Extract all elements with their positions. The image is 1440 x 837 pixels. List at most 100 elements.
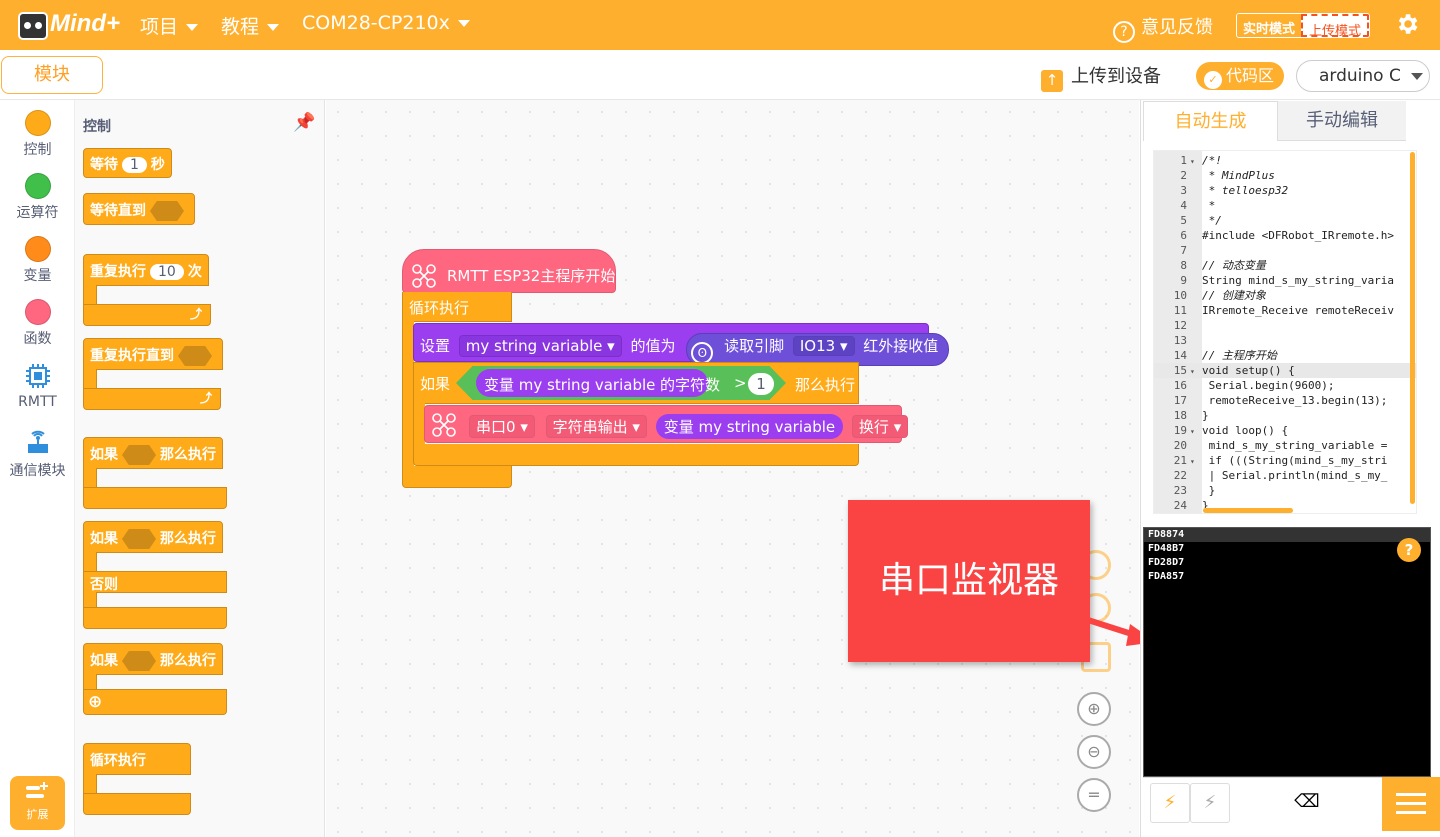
upload-to-device-button[interactable]: ↑ 上传到设备 [1041, 62, 1161, 92]
usb-connect-icon[interactable]: ⚡ [1150, 783, 1190, 823]
block-else: 否则 [83, 571, 227, 593]
board-select[interactable]: arduino C [1296, 60, 1430, 92]
realtime-mode-button[interactable]: 实时模式 [1237, 14, 1302, 37]
fold-icon[interactable]: ▾ [1190, 364, 1202, 379]
serial-monitor[interactable]: FD8874 FD48B7 FD28D7 FDA857 ? [1143, 527, 1431, 777]
extension-button[interactable]: 扩展 [10, 776, 65, 830]
code-area-toggle[interactable]: ✓ 代码区 [1196, 62, 1284, 90]
code-text: * [1202, 199, 1216, 212]
code-line: 4 * [1154, 198, 1416, 213]
block-text: 如果 [90, 447, 118, 463]
pin-icon[interactable]: 📌 [293, 112, 315, 133]
block-repeat[interactable]: 重复执行 10 次 [83, 254, 209, 286]
menu-icon[interactable] [1382, 777, 1440, 831]
category-variables[interactable]: 变量 [0, 236, 75, 285]
menu-project[interactable]: 项目 [140, 12, 199, 39]
serial-output-line: FD28D7 [1148, 557, 1185, 568]
serial-output-line: FD8874 [1148, 529, 1185, 540]
code-text: * MindPlus [1202, 169, 1275, 182]
block-text: 重复执行 [90, 264, 146, 280]
code-line: 5 */ [1154, 213, 1416, 228]
code-text: */ [1202, 214, 1222, 227]
zoom-in-icon[interactable]: ⊕ [1077, 692, 1111, 726]
clear-icon[interactable]: ⌫ [1287, 783, 1327, 823]
tab-manual-edit[interactable]: 手动编辑 [1278, 101, 1406, 141]
fold-icon[interactable]: ▾ [1190, 424, 1202, 439]
block-input[interactable]: 1 [122, 157, 147, 173]
feedback-button[interactable]: ? 意见反馈 [1113, 13, 1213, 43]
usb-disconnect-icon[interactable]: ⚡ [1190, 783, 1230, 823]
block-text: 那么执行 [160, 653, 216, 669]
forever-bottom [402, 466, 512, 488]
block-c-arm [83, 468, 97, 488]
block-input[interactable]: 10 [150, 264, 184, 280]
block-wait-until[interactable]: 等待直到 [83, 193, 195, 225]
line-number: 4 [1180, 199, 1187, 212]
block-wait[interactable]: 等待 1 秒 [83, 148, 172, 178]
line-number: 11 [1173, 304, 1187, 317]
menu-tutorial[interactable]: 教程 [221, 12, 280, 39]
block-palette: 控制 📌 等待 1 秒 等待直到 重复执行 10 次 ⤴ 重复执行直到 ⤴ 如果 那么执行… [75, 100, 325, 837]
category-operators[interactable]: 运算符 [0, 173, 75, 222]
block-c-bottom: ⤴ [83, 388, 221, 410]
zoom-out-icon[interactable]: ⊖ [1077, 735, 1111, 769]
block-if-else[interactable]: 如果 那么执行 [83, 521, 223, 553]
block-if-plus[interactable]: 如果 那么执行 [83, 643, 223, 675]
category-functions[interactable]: 函数 [0, 299, 75, 348]
line-number: 2 [1180, 169, 1187, 182]
mind-plus-logo[interactable]: Mind+ [18, 8, 120, 44]
block-forever[interactable]: 循环执行 [83, 743, 191, 775]
pin-dropdown-value: IO13 [799, 337, 836, 355]
block-workspace[interactable]: RMTT ESP32主程序开始 循环执行 设置 my string variab… [326, 100, 1139, 837]
line-number: 9 [1180, 274, 1187, 287]
upload-mode-button[interactable]: 上传模式 [1301, 14, 1370, 37]
fold-icon[interactable]: ▾ [1190, 454, 1202, 469]
serial-monitor-callout: 串口监视器 [848, 500, 1090, 662]
zoom-reset-icon[interactable]: = [1077, 778, 1111, 812]
newline-dropdown[interactable]: 换行 ▾ [851, 415, 909, 438]
pin-dropdown[interactable]: IO13 ▾ [792, 336, 855, 356]
variable-dropdown[interactable]: my string variable ▾ [458, 335, 622, 357]
code-line: 17 remoteReceive_13.begin(13); [1154, 393, 1416, 408]
serial-print-block[interactable]: 串口0 ▾ 字符串输出 ▾ 变量 my string variable 换行 ▾ [424, 405, 909, 443]
compare-value-input[interactable]: 1 [748, 373, 774, 395]
block-text: 那么执行 [160, 447, 216, 463]
variable-dropdown-value: my string variable [465, 337, 603, 355]
add-branch-icon[interactable]: ⊕ [83, 689, 227, 715]
chevron-down-icon [1410, 72, 1423, 80]
serial-output-line: FDA857 [1148, 571, 1185, 582]
output-mode-dropdown[interactable]: 字符串输出 ▾ [545, 415, 647, 438]
category-label: 运算符 [16, 205, 59, 221]
block-text: 那么执行 [160, 531, 216, 547]
hat-label: RMTT ESP32主程序开始 [447, 267, 616, 285]
rmtt-start-hat-block[interactable]: RMTT ESP32主程序开始 [402, 249, 616, 293]
fold-icon[interactable]: ▾ [1190, 154, 1202, 169]
category-communication[interactable]: 通信模块 [0, 428, 75, 480]
forever-label: 循环执行 [409, 299, 470, 317]
forever-block[interactable]: 循环执行 [402, 292, 512, 322]
code-text: } [1202, 484, 1216, 497]
tab-modules[interactable]: 模块 [1, 56, 103, 94]
serial-port-dropdown[interactable]: 串口0 ▾ [469, 415, 535, 438]
code-text: } [1202, 409, 1209, 422]
category-rmtt[interactable]: RMTT [0, 362, 75, 410]
block-if[interactable]: 如果 那么执行 [83, 437, 223, 469]
menu-tutorial-label: 教程 [221, 16, 260, 38]
help-icon[interactable]: ? [1397, 538, 1421, 562]
gear-icon[interactable] [1394, 11, 1420, 37]
category-control[interactable]: 控制 [0, 110, 75, 159]
code-line: 18} [1154, 408, 1416, 423]
code-horizontal-scrollbar[interactable] [1203, 508, 1293, 513]
tab-auto-generate[interactable]: 自动生成 [1143, 101, 1278, 141]
extension-icon [26, 782, 48, 798]
code-vertical-scrollbar[interactable] [1410, 152, 1415, 504]
menu-port[interactable]: COM28-CP210x [302, 12, 470, 34]
block-c-bottom [83, 487, 227, 509]
code-editor[interactable]: 1 ▾/*! 2 * MindPlus 3 * telloesp32 4 * 5 */6 #… [1153, 150, 1417, 514]
code-line: 7 [1154, 243, 1416, 258]
code-text: /*! [1202, 154, 1222, 167]
variable-reporter[interactable]: 变量 my string variable [655, 414, 844, 439]
block-text: 循环执行 [90, 753, 146, 769]
set-variable-block[interactable]: 设置 my string variable ▾ 的值为 ʘ 读取引脚 IO13 … [413, 323, 950, 366]
block-repeat-until[interactable]: 重复执行直到 [83, 338, 223, 370]
